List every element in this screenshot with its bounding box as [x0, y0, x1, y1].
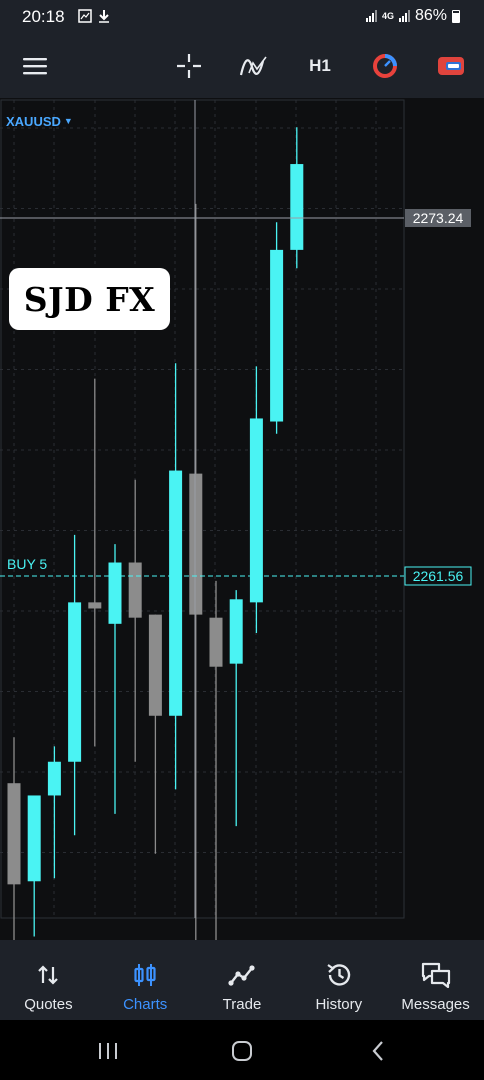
history-icon	[327, 964, 350, 986]
charts-icon	[134, 964, 156, 986]
signal-icon	[365, 10, 377, 22]
position-price-label: 2261.56	[413, 568, 464, 584]
status-time: 20:18	[22, 7, 65, 26]
download-icon	[99, 10, 109, 23]
chart-area[interactable]: 2273.24 BUY 5 2261.56 XAUUSD ▼ SJD FX	[0, 98, 484, 940]
nav-messages-label: Messages	[401, 996, 470, 1013]
chevron-down-icon: ▼	[63, 116, 73, 126]
candle-body	[68, 602, 82, 762]
crosshair-icon	[177, 54, 201, 78]
chart-type-icon	[373, 54, 397, 78]
nav-quotes[interactable]: Quotes	[0, 940, 97, 1020]
candle-body	[169, 470, 183, 716]
menu-icon	[23, 58, 47, 75]
battery-percent: 86%	[414, 7, 447, 24]
candle-body	[88, 602, 102, 609]
candle-body	[108, 562, 122, 624]
symbol-selector[interactable]: XAUUSD ▼	[6, 114, 73, 129]
nav-trade-label: Trade	[222, 996, 262, 1013]
notification-icons	[78, 9, 110, 23]
recent-apps-icon	[99, 1043, 117, 1059]
recent-apps-button[interactable]	[88, 1037, 128, 1065]
battery-icon	[452, 9, 460, 23]
crosshair-price-label: 2273.24	[413, 210, 464, 226]
candle-body	[249, 418, 263, 603]
system-navigation-bar	[0, 1020, 484, 1080]
trade-toggle-icon	[438, 57, 464, 75]
candle-body	[189, 473, 203, 615]
nav-quotes-label: Quotes	[24, 996, 73, 1013]
home-button[interactable]	[222, 1037, 262, 1065]
menu-button[interactable]	[17, 48, 53, 84]
bottom-navigation: Quotes Charts Trade History Messages	[0, 940, 484, 1020]
nav-history-label: History	[315, 996, 363, 1013]
signal-icon-2	[398, 10, 410, 22]
candle-body	[47, 761, 61, 796]
chart-type-button[interactable]	[367, 48, 403, 84]
network-type: 4G	[381, 10, 394, 21]
candle-body	[290, 164, 304, 250]
nav-trade[interactable]: Trade	[194, 940, 291, 1020]
quotes-icon	[38, 965, 59, 985]
timeframe-label: H1	[309, 56, 331, 75]
watermark-text: SJD FX	[23, 279, 156, 319]
nav-charts[interactable]: Charts	[97, 940, 194, 1020]
nav-charts-label: Charts	[123, 996, 168, 1013]
back-button[interactable]	[358, 1037, 398, 1065]
candle-body	[229, 599, 243, 664]
candle-body	[270, 249, 284, 422]
crosshair-button[interactable]	[171, 48, 207, 84]
messages-icon	[421, 962, 450, 989]
indicators-icon	[239, 56, 267, 76]
candle-body	[7, 783, 21, 885]
timeframe-button[interactable]: H1	[302, 48, 338, 84]
candle-body	[148, 614, 162, 716]
gallery-notification-icon	[78, 9, 92, 23]
trade-icon	[228, 965, 255, 986]
indicators-button[interactable]	[236, 48, 272, 84]
candlestick-chart[interactable]: 2273.24 BUY 5 2261.56	[0, 98, 484, 940]
candle-body	[128, 562, 142, 618]
chart-toolbar: H1	[0, 34, 484, 98]
nav-messages[interactable]: Messages	[387, 940, 484, 1020]
symbol-label: XAUUSD	[6, 114, 61, 129]
plot-border	[0, 99, 405, 919]
candle-body	[209, 617, 223, 667]
back-icon	[372, 1041, 383, 1061]
watermark-logo: SJD FX	[9, 268, 170, 330]
position-label: BUY 5	[7, 556, 47, 572]
status-bar: 20:18 4G 86%	[0, 0, 484, 34]
one-click-trading-button[interactable]	[433, 48, 469, 84]
home-icon	[232, 1041, 252, 1061]
candle-body	[27, 795, 41, 882]
nav-history[interactable]: History	[290, 940, 387, 1020]
